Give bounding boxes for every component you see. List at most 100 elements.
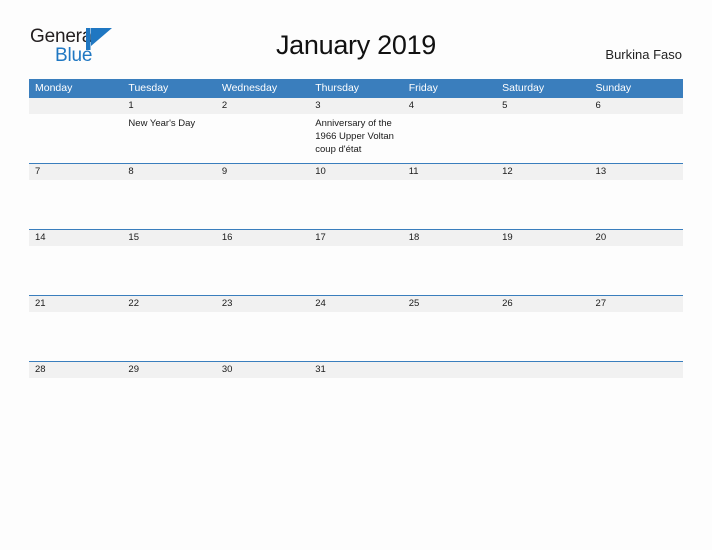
calendar-day-cell[interactable] bbox=[589, 361, 683, 392]
day-event bbox=[590, 180, 683, 183]
day-number: 18 bbox=[402, 230, 497, 246]
calendar-day-cell[interactable]: 8 bbox=[122, 163, 216, 230]
day-event bbox=[216, 246, 309, 249]
weekday-header-wednesday: Wednesday bbox=[215, 79, 310, 98]
calendar-day-cell[interactable]: 19 bbox=[496, 229, 590, 296]
day-event bbox=[309, 246, 402, 249]
day-event bbox=[496, 180, 589, 183]
calendar-week-row: 1 New Year's Day 2 3 Anniversary of the 19… bbox=[29, 98, 683, 164]
page-header: General Blue January 2019 Burkina Faso bbox=[0, 0, 712, 76]
day-event bbox=[403, 246, 496, 249]
day-number: 21 bbox=[29, 296, 123, 312]
calendar-header-row: Monday Tuesday Wednesday Thursday Friday… bbox=[29, 79, 683, 98]
calendar-day-cell[interactable]: 7 bbox=[29, 163, 123, 230]
calendar-week-row: 14 15 16 17 18 19 20 bbox=[29, 229, 683, 296]
locale-label: Burkina Faso bbox=[605, 47, 682, 62]
day-number: 30 bbox=[215, 362, 310, 378]
day-event bbox=[590, 246, 683, 249]
calendar-day-cell[interactable] bbox=[29, 98, 123, 164]
calendar-day-cell[interactable]: 9 bbox=[215, 163, 310, 230]
day-number bbox=[29, 98, 123, 114]
calendar-day-cell[interactable]: 2 bbox=[215, 98, 310, 164]
day-event bbox=[29, 246, 122, 249]
day-event bbox=[496, 114, 589, 117]
day-event bbox=[122, 180, 215, 183]
day-event bbox=[590, 312, 683, 315]
calendar-day-cell[interactable]: 29 bbox=[122, 361, 216, 392]
day-number: 5 bbox=[496, 98, 590, 114]
calendar-day-cell[interactable]: 28 bbox=[29, 361, 123, 392]
calendar-day-cell[interactable]: 12 bbox=[496, 163, 590, 230]
calendar-day-cell[interactable]: 15 bbox=[122, 229, 216, 296]
calendar-week-row: 7 8 9 10 11 12 13 bbox=[29, 163, 683, 230]
calendar-day-cell[interactable]: 13 bbox=[589, 163, 683, 230]
day-event bbox=[309, 312, 402, 315]
day-event bbox=[29, 180, 122, 183]
day-number: 6 bbox=[589, 98, 683, 114]
day-number: 8 bbox=[122, 164, 216, 180]
calendar-day-cell[interactable]: 17 bbox=[309, 229, 403, 296]
calendar-day-cell[interactable]: 10 bbox=[309, 163, 403, 230]
day-number bbox=[496, 362, 590, 378]
weekday-header-monday: Monday bbox=[29, 79, 123, 98]
day-event bbox=[216, 312, 309, 315]
day-number: 25 bbox=[402, 296, 497, 312]
day-number: 28 bbox=[29, 362, 123, 378]
day-number: 17 bbox=[309, 230, 403, 246]
day-number: 10 bbox=[309, 164, 403, 180]
calendar-day-cell[interactable]: 22 bbox=[122, 295, 216, 362]
calendar-day-cell[interactable]: 3 Anniversary of the 1966 Upper Voltan co… bbox=[309, 98, 403, 164]
calendar-day-cell[interactable]: 30 bbox=[215, 361, 310, 392]
day-number: 29 bbox=[122, 362, 216, 378]
calendar-week-row: 28 29 30 31 bbox=[29, 361, 683, 392]
day-event bbox=[216, 180, 309, 183]
day-number: 14 bbox=[29, 230, 123, 246]
day-event bbox=[496, 378, 589, 381]
day-number: 27 bbox=[589, 296, 683, 312]
calendar-day-cell[interactable] bbox=[496, 361, 590, 392]
day-event bbox=[590, 114, 683, 117]
calendar-table: Monday Tuesday Wednesday Thursday Friday… bbox=[29, 79, 683, 392]
calendar-day-cell[interactable]: 25 bbox=[402, 295, 497, 362]
calendar-day-cell[interactable]: 11 bbox=[402, 163, 497, 230]
day-event bbox=[29, 114, 122, 117]
calendar-day-cell[interactable]: 18 bbox=[402, 229, 497, 296]
calendar-day-cell[interactable]: 20 bbox=[589, 229, 683, 296]
day-event bbox=[590, 378, 683, 381]
day-number: 2 bbox=[215, 98, 310, 114]
calendar-day-cell[interactable]: 5 bbox=[496, 98, 590, 164]
calendar-day-cell[interactable]: 24 bbox=[309, 295, 403, 362]
day-event bbox=[122, 246, 215, 249]
weekday-header-sunday: Sunday bbox=[589, 79, 683, 98]
day-number: 1 bbox=[122, 98, 216, 114]
calendar-day-cell[interactable]: 26 bbox=[496, 295, 590, 362]
day-event bbox=[29, 312, 122, 315]
calendar-day-cell[interactable] bbox=[402, 361, 497, 392]
day-number: 26 bbox=[496, 296, 590, 312]
calendar-day-cell[interactable]: 14 bbox=[29, 229, 123, 296]
weekday-header-friday: Friday bbox=[402, 79, 497, 98]
calendar-day-cell[interactable]: 4 bbox=[402, 98, 497, 164]
weekday-header-saturday: Saturday bbox=[496, 79, 590, 98]
day-number: 31 bbox=[309, 362, 403, 378]
calendar-day-cell[interactable]: 1 New Year's Day bbox=[122, 98, 216, 164]
calendar-day-cell[interactable]: 31 bbox=[309, 361, 403, 392]
weekday-header-tuesday: Tuesday bbox=[122, 79, 216, 98]
day-event bbox=[496, 246, 589, 249]
calendar-day-cell[interactable]: 16 bbox=[215, 229, 310, 296]
day-event bbox=[216, 114, 309, 117]
day-event bbox=[496, 312, 589, 315]
calendar-day-cell[interactable]: 27 bbox=[589, 295, 683, 362]
day-number: 11 bbox=[402, 164, 497, 180]
calendar-week-row: 21 22 23 24 25 26 27 bbox=[29, 295, 683, 362]
day-number: 23 bbox=[215, 296, 310, 312]
calendar-day-cell[interactable]: 6 bbox=[589, 98, 683, 164]
day-event: Anniversary of the 1966 Upper Voltan cou… bbox=[315, 118, 394, 155]
day-event bbox=[216, 378, 309, 381]
day-number: 19 bbox=[496, 230, 590, 246]
calendar-day-cell[interactable]: 21 bbox=[29, 295, 123, 362]
day-event bbox=[122, 312, 215, 315]
day-number: 24 bbox=[309, 296, 403, 312]
calendar-day-cell[interactable]: 23 bbox=[215, 295, 310, 362]
day-number: 13 bbox=[589, 164, 683, 180]
